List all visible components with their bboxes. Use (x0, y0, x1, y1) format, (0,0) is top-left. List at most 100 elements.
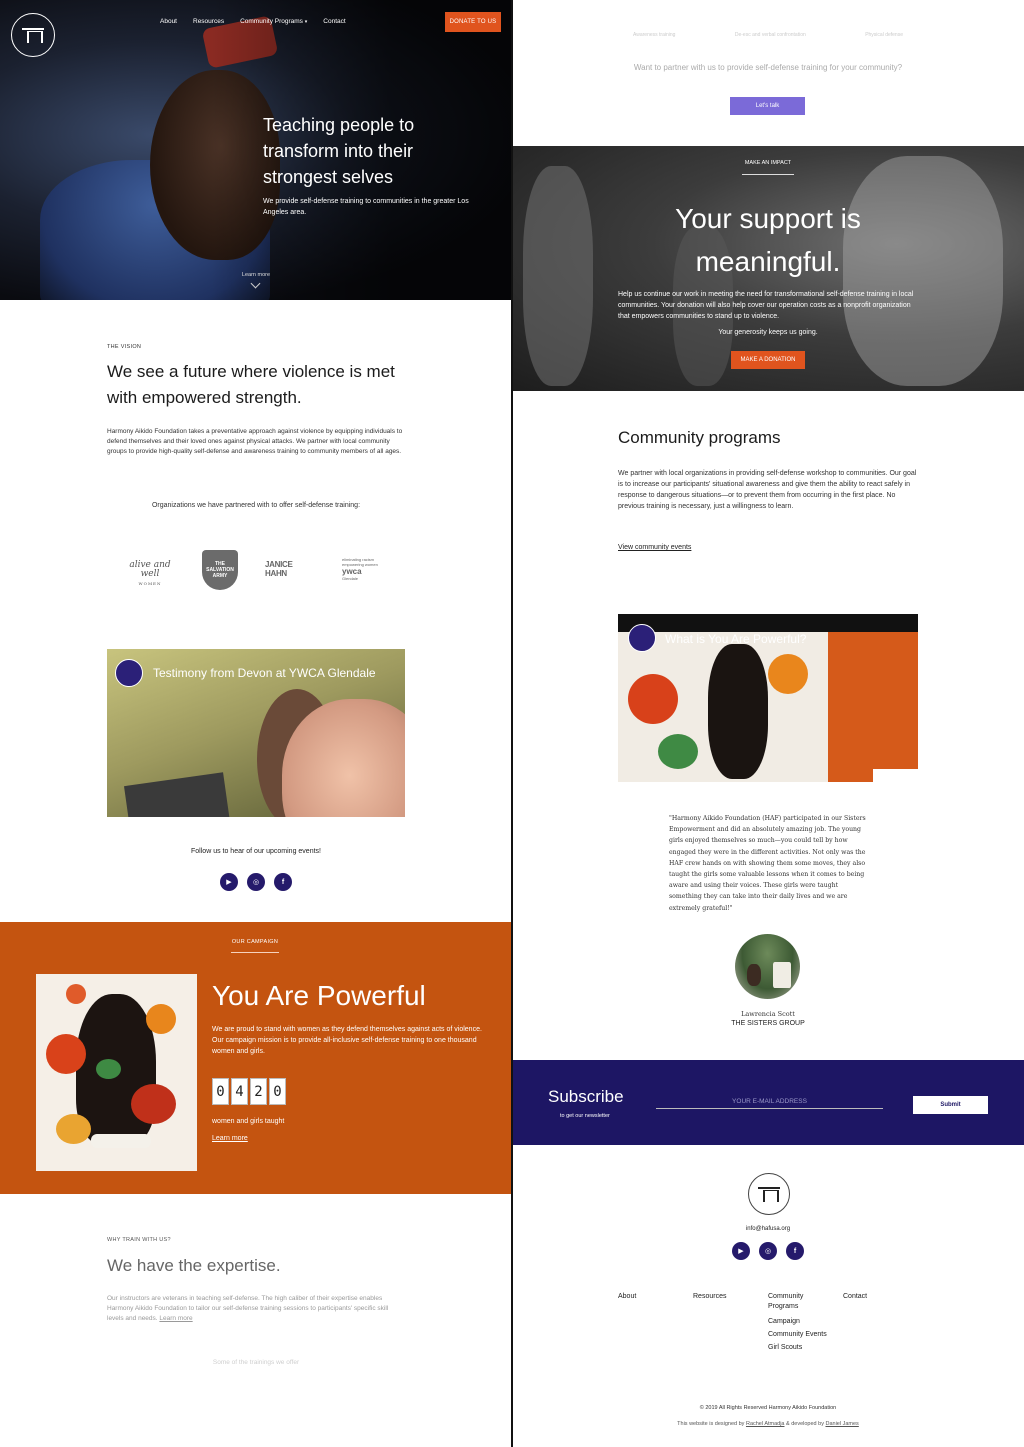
video-thumbnail-detail (658, 734, 698, 769)
youtube-icon[interactable]: ▶ (732, 1242, 750, 1260)
women-taught-counter: 0 4 2 0 (212, 1078, 286, 1105)
developer-link[interactable]: Daniel James (825, 1421, 858, 1427)
copyright: © 2019 All Rights Reserved Harmony Aikid… (699, 1405, 837, 1411)
video-thumbnail-detail (873, 769, 918, 782)
avatar (735, 934, 800, 999)
community-body: We partner with local organizations in p… (618, 470, 917, 510)
nav-item-about[interactable]: About (160, 18, 177, 25)
partner-sub: WOMEN (138, 581, 162, 586)
partner-question: Want to partner with us to provide self-… (633, 63, 903, 72)
view-community-events-link[interactable]: View community events (618, 544, 691, 551)
instagram-icon[interactable]: ◎ (759, 1242, 777, 1260)
caret-down-icon: ▾ (304, 19, 308, 25)
impact-rule (742, 174, 794, 175)
impact-body: Help us continue our work in meeting the… (618, 291, 914, 320)
donate-button[interactable]: DONATE TO US (445, 12, 501, 32)
counter-digit: 2 (250, 1078, 267, 1105)
partner-tagline: eliminating racism empowering women (342, 557, 378, 567)
testimonial-quote: "Harmony Aikido Foundation (HAF) partici… (669, 815, 866, 912)
impact-eyebrow: MAKE AN IMPACT (744, 160, 792, 166)
testimony-video[interactable]: Testimony from Devon at YWCA Glendale (107, 649, 405, 817)
partners-note: Organizations we have partnered with to … (151, 502, 361, 509)
partner-logo-alive-and-well: alive and well WOMEN (122, 561, 178, 588)
make-donation-button[interactable]: MAKE A DONATION (731, 351, 805, 369)
vision-body: Harmony Aikido Foundation takes a preven… (107, 428, 403, 455)
campaign-rule (231, 952, 279, 953)
campaign-learn-more-link[interactable]: Learn more (212, 1135, 248, 1142)
impact-photo-detail (523, 166, 593, 386)
campaign-body: We are proud to stand with women as they… (212, 1026, 482, 1055)
footer-link-resources[interactable]: Resources (693, 1292, 726, 1302)
community-title: Community programs (618, 428, 781, 447)
partner-name: ywca (342, 567, 362, 576)
footer-logo[interactable] (748, 1173, 790, 1215)
hero-title: Teaching people to transform into their … (263, 115, 415, 187)
video-thumbnail-detail (628, 674, 678, 724)
impact-title: Your support is meaningful. (675, 203, 861, 277)
video-title[interactable]: Testimony from Devon at YWCA Glendale (153, 666, 376, 680)
left-page-column: About Resources Community Programs ▾ Con… (0, 0, 511, 1447)
training-labels: Awareness training De-esc and verbal con… (633, 32, 903, 38)
nav-item-label: Community Programs (240, 18, 303, 25)
torii-icon (22, 28, 44, 43)
credits-text: This website is designed by (677, 1421, 745, 1427)
vision-eyebrow: THE VISION (107, 344, 142, 350)
counter-digit: 4 (231, 1078, 248, 1105)
email-field[interactable] (656, 1095, 883, 1109)
testimonial-name: Lawrencia Scott (741, 1010, 795, 1018)
submit-button[interactable]: Submit (913, 1096, 988, 1114)
footer-link-about[interactable]: About (618, 1292, 636, 1302)
footer-email[interactable]: info@hafusa.org (718, 1226, 818, 1232)
partner-logo-salvation-army: THE SALVATION ARMY (202, 550, 238, 590)
training-label: Awareness training (633, 32, 676, 38)
training-label: Physical defense (865, 32, 903, 38)
artwork-shape (96, 1059, 121, 1079)
vision-title: We see a future where violence is met wi… (107, 362, 395, 407)
impact-generosity: Your generosity keeps us going. (718, 329, 818, 336)
video-thumbnail-detail (124, 772, 230, 817)
training-label: De-esc and verbal confrontation (734, 32, 806, 38)
campaign-video[interactable]: What is You Are Powerful? (618, 614, 918, 782)
hero-section: About Resources Community Programs ▾ Con… (0, 0, 511, 300)
torii-icon (758, 1187, 780, 1202)
social-links: ▶ ◎ f (220, 873, 292, 891)
testimonial-org: THE SISTERS GROUP (731, 1020, 805, 1027)
credits: This website is designed by Rachel Atmad… (618, 1421, 918, 1427)
site-logo[interactable] (11, 13, 55, 57)
nav-item-contact[interactable]: Contact (323, 18, 345, 25)
video-top-bar (618, 614, 918, 632)
partner-place: Glendale (342, 576, 359, 581)
why-body: Our instructors are veterans in teaching… (107, 1294, 397, 1324)
footer-link-community-programs[interactable]: Community Programs (768, 1292, 828, 1312)
nav-item-community-programs[interactable]: Community Programs ▾ (240, 18, 307, 25)
channel-logo-icon[interactable] (628, 624, 656, 652)
footer-link-community-events[interactable]: Community Events (768, 1328, 828, 1341)
lets-talk-button[interactable]: Let's talk (730, 97, 805, 115)
partner-name: alive and well (129, 560, 171, 579)
why-learn-more-link[interactable]: Learn more (159, 1315, 192, 1322)
counter-label: women and girls taught (212, 1118, 285, 1125)
artwork-shape (56, 1114, 91, 1144)
facebook-icon[interactable]: f (274, 873, 292, 891)
avatar-photo-detail (773, 962, 791, 988)
why-title: We have the expertise. (107, 1256, 281, 1275)
artwork-shape (46, 1034, 86, 1074)
credits-text: & developed by (786, 1421, 824, 1427)
footer-link-girl-scouts[interactable]: Girl Scouts (768, 1341, 828, 1354)
instagram-icon[interactable]: ◎ (247, 873, 265, 891)
footer-link-contact[interactable]: Contact (843, 1292, 867, 1302)
follow-note: Follow us to hear of our upcoming events… (191, 848, 321, 855)
hero-learn-more-link[interactable]: Learn more (236, 272, 276, 278)
channel-logo-icon[interactable] (115, 659, 143, 687)
campaign-artwork (36, 974, 197, 1171)
partner-logo-janice-hahn: JANICE HAHN (265, 560, 293, 578)
video-title[interactable]: What is You Are Powerful? (665, 632, 806, 646)
counter-digit: 0 (269, 1078, 286, 1105)
footer-link-campaign[interactable]: Campaign (768, 1315, 828, 1328)
youtube-icon[interactable]: ▶ (220, 873, 238, 891)
nav-item-resources[interactable]: Resources (193, 18, 224, 25)
designer-link[interactable]: Rachel Atmadja (746, 1421, 785, 1427)
facebook-icon[interactable]: f (786, 1242, 804, 1260)
counter-digit: 0 (212, 1078, 229, 1105)
artwork-shape (66, 984, 86, 1004)
